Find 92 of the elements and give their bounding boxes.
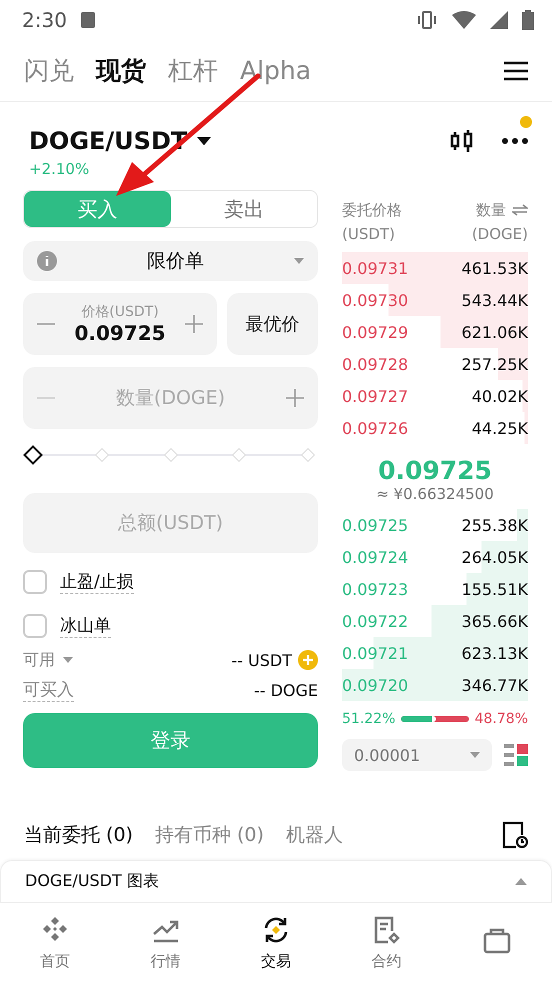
checkbox[interactable] (23, 570, 47, 594)
orders-tab[interactable]: 持有币种 (0) (154, 822, 264, 848)
ask-quantity: 257.25K (462, 354, 528, 374)
ask-price: 0.09727 (342, 386, 408, 406)
ask-quantity: 461.53K (462, 258, 528, 278)
bid-quantity: 365.66K (462, 612, 528, 630)
chart-panel-header[interactable]: DOGE/USDT 图表 (0, 860, 552, 902)
bid-price: 0.09725 (342, 516, 408, 534)
bid-price: 0.09720 (342, 676, 408, 694)
precision-select[interactable]: 0.00001 (342, 739, 492, 771)
more-icon[interactable] (502, 138, 528, 144)
ask-row[interactable]: 0.09727 40.02K (342, 380, 528, 412)
ask-quantity: 40.02K (472, 386, 528, 406)
status-time: 2:30 (22, 8, 67, 32)
ask-price: 0.09729 (342, 322, 408, 342)
vibrate-icon (416, 10, 438, 30)
bid-row[interactable]: 0.09724 264.05K (342, 541, 528, 573)
available-label: 可用 (23, 650, 55, 670)
last-price: 0.09725 (377, 456, 493, 485)
plus-icon[interactable] (185, 315, 203, 333)
ask-row[interactable]: 0.09728 257.25K (342, 348, 528, 380)
can-buy-value: -- DOGE (254, 680, 318, 700)
market-tab[interactable]: 闪兑 (24, 54, 74, 87)
market-tab[interactable]: Alpha (240, 56, 312, 85)
buy-ratio: 51.22% (342, 711, 396, 727)
bid-price: 0.09724 (342, 548, 408, 566)
ask-price: 0.09731 (342, 258, 408, 278)
ask-row[interactable]: 0.09726 44.25K (342, 412, 528, 444)
chart-title: DOGE/USDT 图表 (25, 871, 159, 892)
ask-quantity: 44.25K (472, 418, 528, 438)
best-price-button[interactable]: 最优价 (227, 293, 318, 355)
wifi-icon (452, 11, 476, 29)
bid-row[interactable]: 0.09722 365.66K (342, 605, 528, 637)
bid-quantity: 264.05K (462, 548, 528, 566)
ask-row[interactable]: 0.09730 543.44K (342, 284, 528, 316)
bid-price: 0.09723 (342, 580, 408, 598)
orders-tab[interactable]: 机器人 (286, 822, 343, 848)
dropdown-caret-icon (197, 136, 212, 146)
checkbox[interactable] (23, 614, 47, 638)
option-label: 止盈/止损 (60, 570, 134, 594)
orders-tab[interactable]: 当前委托 (0) (24, 822, 133, 848)
nav-tab[interactable]: 首页 (0, 903, 110, 981)
price-unit: (USDT) (342, 224, 396, 245)
market-tab[interactable]: 现货 (96, 54, 146, 87)
ask-quantity: 621.06K (462, 322, 528, 342)
bid-row[interactable]: 0.09725 255.38K (342, 509, 528, 541)
nav-tab[interactable]: 行情 (110, 903, 221, 981)
available-value: -- USDT (231, 650, 292, 670)
collapse-caret-icon (515, 878, 527, 886)
candlestick-icon[interactable] (450, 128, 474, 154)
ask-row[interactable]: 0.09731 461.53K (342, 252, 528, 284)
swap-icon[interactable] (512, 204, 528, 216)
sell-ratio: 48.78% (474, 711, 528, 727)
order-type-select[interactable]: 限价单 (23, 241, 318, 281)
quantity-header: 数量 (476, 200, 506, 221)
ask-price: 0.09730 (342, 290, 408, 310)
nav-tab[interactable]: 合约 (331, 903, 442, 981)
menu-icon[interactable] (504, 60, 528, 80)
caret-icon (294, 258, 304, 264)
bid-price: 0.09722 (342, 612, 408, 630)
bid-price: 0.09721 (342, 644, 408, 662)
bid-row[interactable]: 0.09720 346.77K (342, 669, 528, 701)
order-history-icon[interactable] (502, 821, 528, 849)
caret-icon (63, 657, 73, 663)
bid-row[interactable]: 0.09723 155.51K (342, 573, 528, 605)
info-icon (37, 251, 57, 271)
keyboard-icon (80, 12, 95, 28)
option-label: 冰山单 (60, 614, 111, 638)
side-tab[interactable]: 卖出 (170, 191, 317, 227)
bid-quantity: 155.51K (462, 580, 528, 598)
ask-price: 0.09726 (342, 418, 408, 438)
can-buy-label: 可买入 (23, 678, 74, 702)
price-change: +2.10% (28, 160, 90, 180)
price-field[interactable]: 价格(USDT) 0.09725 (23, 293, 217, 355)
bid-quantity: 623.13K (462, 644, 528, 662)
caret-icon (470, 752, 480, 758)
quantity-unit: (DOGE) (472, 224, 528, 245)
battery-icon (522, 10, 534, 30)
ask-price: 0.09728 (342, 354, 408, 374)
bid-quantity: 346.77K (462, 676, 528, 694)
add-icon[interactable] (298, 650, 318, 670)
market-tab[interactable]: 杠杆 (168, 54, 218, 87)
fiat-price: ≈ ¥0.66324500 (375, 485, 495, 503)
bid-row[interactable]: 0.09721 623.13K (342, 637, 528, 669)
bid-quantity: 255.38K (462, 516, 528, 534)
ask-row[interactable]: 0.09729 621.06K (342, 316, 528, 348)
nav-tab[interactable]: 交易 (220, 903, 332, 981)
price-header: 委托价格 (342, 200, 402, 221)
plus-icon[interactable] (286, 389, 304, 407)
book-layout-icon[interactable] (504, 743, 528, 767)
ask-quantity: 543.44K (462, 290, 528, 310)
signal-icon (490, 11, 508, 29)
